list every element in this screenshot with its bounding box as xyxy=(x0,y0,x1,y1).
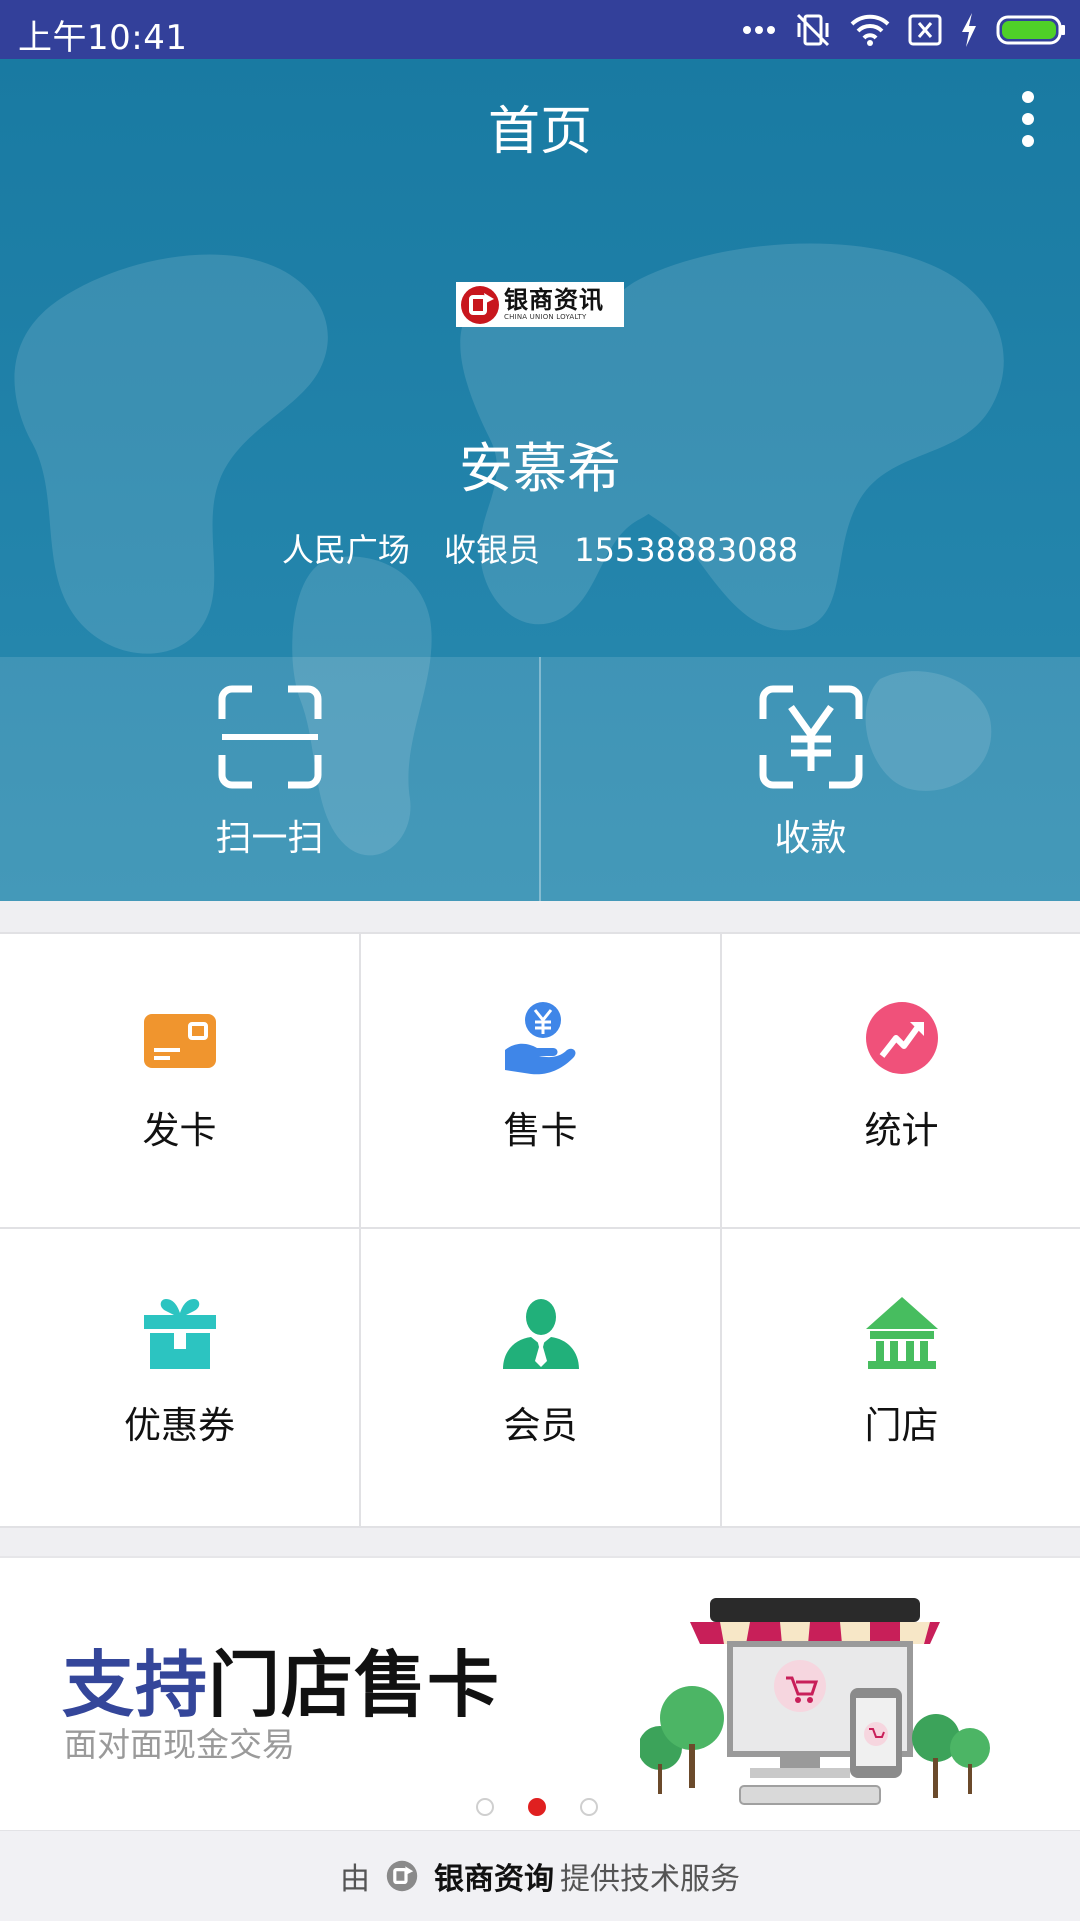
quick-actions: 扫一扫 收款 xyxy=(0,657,1080,901)
grid-item-members[interactable]: 会员 xyxy=(361,1229,720,1523)
grid-item-sell-card[interactable]: 售卡 xyxy=(361,934,720,1228)
online-store-illustration xyxy=(640,1598,990,1805)
status-bar: 上午10:41 xyxy=(0,0,1080,59)
user-role: 收银员 xyxy=(444,531,541,569)
scan-button-label: 扫一扫 xyxy=(215,818,324,859)
more-vert-icon[interactable] xyxy=(1016,91,1040,155)
footer: 由 银商资询 提供技术服务 xyxy=(0,1830,1080,1921)
member-icon xyxy=(502,1299,579,1369)
status-icons xyxy=(742,8,1066,52)
footer-prefix: 由 xyxy=(340,1862,370,1897)
grid-item-label: 统计 xyxy=(864,1109,939,1152)
banner-title-rest: 门店售卡 xyxy=(208,1643,501,1727)
hand-yuan-icon xyxy=(504,1002,575,1075)
promo-banner[interactable]: 支持门店售卡 面对面现金交易 xyxy=(0,1556,1080,1830)
grid-item-label: 售卡 xyxy=(503,1109,578,1152)
grid-item-stores[interactable]: 门店 xyxy=(722,1229,1080,1523)
gift-icon xyxy=(143,1299,216,1369)
scan-icon xyxy=(218,685,321,789)
brand-logo-mark-icon xyxy=(386,1860,418,1892)
brand-logo: 银商资讯 CHINA UNION LOYALTY xyxy=(456,282,624,327)
carousel-indicator xyxy=(476,1798,598,1816)
grid-item-label: 优惠券 xyxy=(124,1404,235,1447)
function-grid: 发卡 售卡 统计 优惠券 会员 门店 xyxy=(0,932,1080,1528)
carousel-dot[interactable] xyxy=(476,1798,494,1816)
scan-button[interactable]: 扫一扫 xyxy=(0,657,539,901)
hero-header: 首页 银商资讯 CHINA UNION LOYALTY 安慕希 人民广场 收银员… xyxy=(0,59,1080,901)
store-info: 人民广场 收银员 15538883088 xyxy=(0,525,1080,571)
battery-icon xyxy=(996,15,1065,45)
carousel-dot[interactable] xyxy=(580,1798,598,1816)
more-dots-icon xyxy=(743,26,775,34)
banner-title-highlight: 支持 xyxy=(62,1643,209,1727)
footer-suffix: 提供技术服务 xyxy=(560,1862,740,1897)
grid-item-statistics[interactable]: 统计 xyxy=(722,934,1080,1228)
status-time: 上午10:41 xyxy=(18,18,188,58)
stats-trend-icon xyxy=(865,1002,938,1074)
grid-item-label: 门店 xyxy=(864,1404,939,1447)
collect-payment-label: 收款 xyxy=(774,818,847,859)
grid-item-label: 发卡 xyxy=(142,1109,217,1152)
grid-item-issue-card[interactable]: 发卡 xyxy=(0,934,359,1228)
store-location: 人民广场 xyxy=(281,531,410,569)
store-icon xyxy=(865,1297,938,1369)
grid-item-label: 会员 xyxy=(503,1404,578,1447)
grid-item-coupons[interactable]: 优惠券 xyxy=(0,1229,359,1523)
footer-brand: 银商资询 xyxy=(434,1862,554,1897)
card-icon xyxy=(143,1014,216,1068)
brand-logo-subtext: CHINA UNION LOYALTY xyxy=(504,313,587,321)
page-title: 首页 xyxy=(487,102,592,162)
charging-bolt-icon xyxy=(962,13,976,47)
collect-payment-button[interactable]: 收款 xyxy=(541,657,1080,901)
banner-subtitle: 面对面现金交易 xyxy=(64,1725,295,1764)
brand-logo-mark-icon xyxy=(461,285,499,324)
wifi-icon xyxy=(850,14,890,46)
yuan-scan-icon xyxy=(759,685,862,789)
banner-title: 支持门店售卡 xyxy=(62,1626,500,1731)
user-phone: 15538883088 xyxy=(574,531,799,569)
carousel-dot-active[interactable] xyxy=(528,1798,546,1816)
vibrate-off-icon xyxy=(796,13,830,47)
no-sim-icon xyxy=(908,14,942,46)
store-name: 安慕希 xyxy=(459,437,621,500)
brand-logo-text: 银商资讯 xyxy=(504,286,604,314)
